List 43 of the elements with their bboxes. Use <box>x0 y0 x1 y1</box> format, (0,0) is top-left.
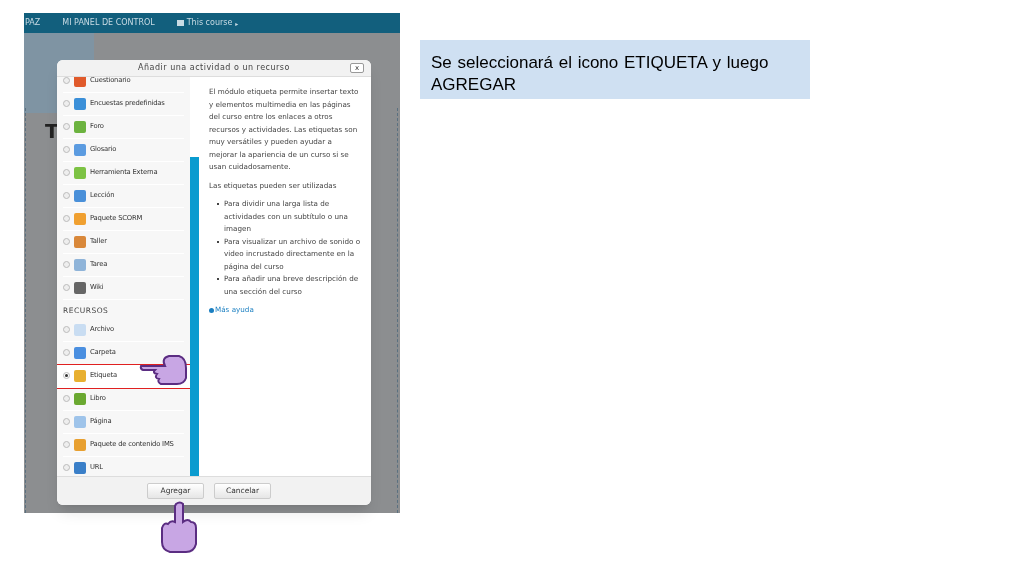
module-icon <box>74 144 86 156</box>
module-icon <box>74 236 86 248</box>
radio-button[interactable] <box>63 146 70 153</box>
module-icon <box>74 77 86 87</box>
radio-button[interactable] <box>63 215 70 222</box>
callout-text: Se seleccionará el icono ETIQUETA y luego AGREGAR <box>420 40 810 99</box>
module-icon <box>74 213 86 225</box>
module-icon <box>74 167 86 179</box>
radio-button[interactable] <box>63 192 70 199</box>
module-icon <box>74 462 86 475</box>
pointing-hand-icon <box>139 352 187 386</box>
radio-button[interactable] <box>63 284 70 291</box>
book-icon <box>176 20 184 26</box>
radio-button[interactable] <box>63 349 70 357</box>
pointing-hand-icon <box>158 500 198 554</box>
nav-link[interactable]: This course <box>186 17 233 29</box>
module-icon <box>74 324 86 337</box>
module-icon <box>74 347 86 360</box>
radio-button[interactable] <box>63 372 70 380</box>
radio-button[interactable] <box>63 395 70 403</box>
module-icon <box>74 259 86 271</box>
module-icon <box>74 393 86 406</box>
radio-button[interactable] <box>63 326 70 334</box>
help-icon <box>209 307 214 313</box>
module-icon <box>74 370 86 383</box>
radio-button[interactable] <box>63 123 70 130</box>
radio-button[interactable] <box>63 418 70 426</box>
radio-button[interactable] <box>63 169 70 176</box>
radio-button[interactable] <box>63 100 70 107</box>
module-icon <box>74 416 86 429</box>
radio-button[interactable] <box>63 77 70 84</box>
module-icon <box>74 190 86 202</box>
module-icon <box>74 439 86 452</box>
radio-button[interactable] <box>63 441 70 449</box>
radio-button[interactable] <box>63 464 70 472</box>
nav-link[interactable]: PAZ <box>25 17 41 29</box>
dialog-title: Añadir una actividad o un recurso <box>138 62 290 74</box>
module-icon <box>74 98 86 110</box>
nav-link[interactable]: MI PANEL DE CONTROL <box>62 17 155 29</box>
module-icon <box>74 121 86 133</box>
radio-button[interactable] <box>63 238 70 245</box>
module-icon <box>74 282 86 294</box>
radio-button[interactable] <box>63 261 70 268</box>
